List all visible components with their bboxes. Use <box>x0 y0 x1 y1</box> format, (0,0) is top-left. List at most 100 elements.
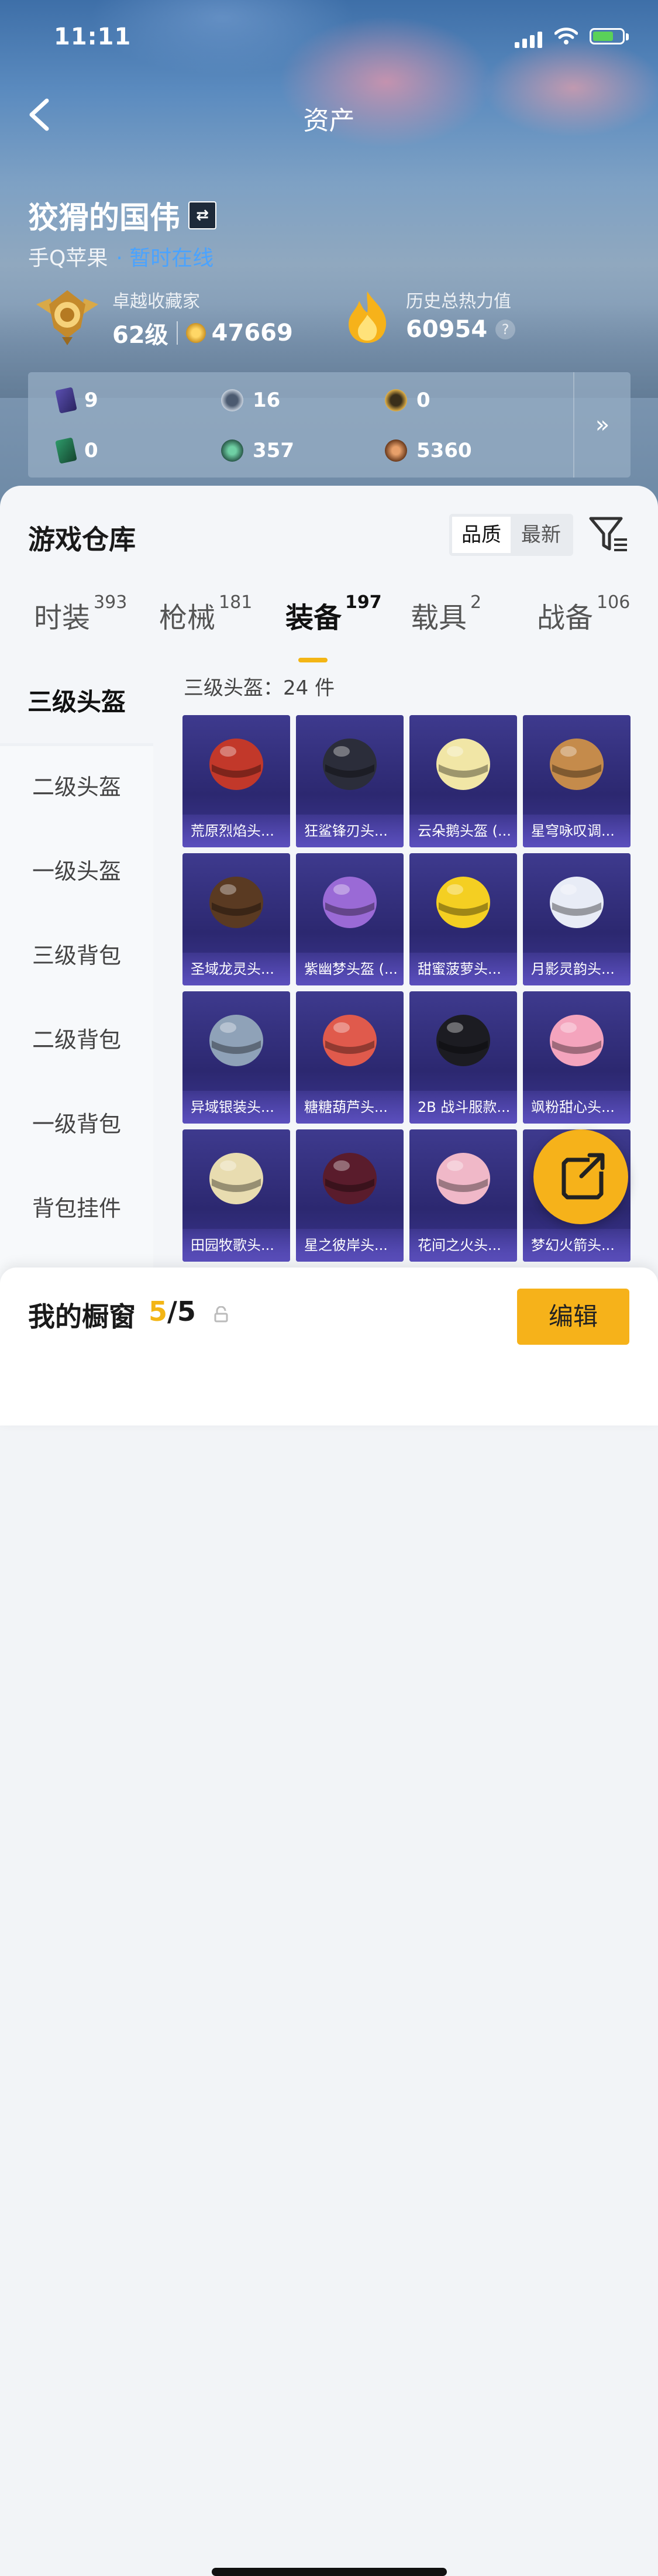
collector-points: 47669 <box>211 320 293 346</box>
item-card[interactable]: 云朵鹅头盔 (... <box>409 715 517 847</box>
active-tab-indicator <box>298 658 328 662</box>
showcase-total: /5 <box>167 1296 196 1327</box>
tab-fashion[interactable]: 时装 393 <box>34 592 128 636</box>
item-card[interactable]: 星之彼岸头... <box>296 1129 404 1262</box>
item-card[interactable]: 星穹咏叹调... <box>523 715 631 847</box>
helmet-icon <box>209 1015 263 1066</box>
stat-item: 5360 <box>385 439 472 462</box>
collector-points-icon <box>185 323 206 343</box>
showcase-title: 我的橱窗 <box>28 1301 136 1332</box>
sidebar-item-backpack-charm[interactable]: 背包挂件 <box>0 1167 153 1249</box>
showcase-count: 5/5 <box>149 1296 196 1327</box>
helmet-icon <box>323 1153 377 1204</box>
item-name: 糖糖葫芦头... <box>296 1091 404 1124</box>
item-name: 圣域龙灵头... <box>182 953 290 985</box>
item-name: 甜蜜菠萝头... <box>409 953 517 985</box>
collector-title: 卓越收藏家 <box>112 291 200 312</box>
stat-item: 9 <box>55 387 98 414</box>
item-name: 荒原烈焰头... <box>182 815 290 847</box>
item-card[interactable]: 异域银装头... <box>182 991 290 1124</box>
help-icon[interactable]: ? <box>495 320 516 339</box>
home-indicator <box>212 2568 447 2576</box>
item-card[interactable]: 甜蜜菠萝头... <box>409 853 517 985</box>
green-card-icon <box>55 437 77 464</box>
wifi-icon <box>554 28 578 44</box>
edit-button[interactable]: 编辑 <box>517 1289 629 1345</box>
item-card[interactable]: 田园牧歌头... <box>182 1129 290 1262</box>
item-card[interactable]: 花间之火头... <box>409 1129 517 1262</box>
sidebar-item-level1-helmet[interactable]: 一级头盔 <box>0 830 153 912</box>
item-name: 飒粉甜心头... <box>523 1091 631 1124</box>
item-name: 星之彼岸头... <box>296 1229 404 1262</box>
sort-latest-option[interactable]: 最新 <box>512 517 570 553</box>
stats-more-button[interactable]: » <box>573 372 631 478</box>
tab-supplies[interactable]: 战备 106 <box>537 592 631 636</box>
item-name: 紫幽梦头盔 (... <box>296 953 404 985</box>
stat-value: 16 <box>253 389 281 412</box>
tab-count: 2 <box>470 592 482 613</box>
share-icon <box>561 1153 605 1200</box>
lock-icon <box>214 1306 228 1323</box>
item-card[interactable]: 荒原烈焰头... <box>182 715 290 847</box>
platform-row: 手Q苹果 · 暂时在线 <box>28 241 213 272</box>
collector-medal-icon <box>36 290 98 345</box>
switch-account-icon[interactable]: ⇄ <box>188 201 217 229</box>
sort-quality-option[interactable]: 品质 <box>452 517 511 553</box>
helmet-icon <box>436 877 490 928</box>
battery-tip <box>626 33 629 40</box>
share-button[interactable] <box>533 1129 628 1224</box>
sidebar-item-level2-backpack[interactable]: 二级背包 <box>0 999 153 1081</box>
warehouse-title: 游戏仓库 <box>28 524 136 555</box>
item-card[interactable]: 狂鲨锋刃头... <box>296 715 404 847</box>
sidebar-item-level3-helmet[interactable]: 三级头盔 <box>0 661 153 743</box>
item-card[interactable]: 飒粉甜心头... <box>523 991 631 1124</box>
stat-item: 357 <box>221 439 294 462</box>
helmet-icon <box>550 1015 604 1066</box>
user-name-row: 狡猾的国伟 ⇄ <box>28 193 217 237</box>
helmet-icon <box>209 877 263 928</box>
stat-item: 0 <box>55 437 98 464</box>
item-name: 星穹咏叹调... <box>523 815 631 847</box>
cellular-signal-icon <box>515 32 545 48</box>
item-name: 狂鲨锋刃头... <box>296 815 404 847</box>
tab-label: 时装 <box>34 602 91 634</box>
tab-equipment[interactable]: 装备 197 <box>285 592 382 636</box>
item-card[interactable]: 圣域龙灵头... <box>182 853 290 985</box>
heat-values: 60954 ? <box>406 316 516 343</box>
helmet-icon <box>436 1153 490 1204</box>
item-name: 异域银装头... <box>182 1091 290 1124</box>
item-name: 梦幻火箭头... <box>523 1229 631 1262</box>
item-name: 田园牧歌头... <box>182 1229 290 1262</box>
battery-icon <box>590 28 625 44</box>
item-name: 云朵鹅头盔 (... <box>409 815 517 847</box>
helmet-icon <box>550 877 604 928</box>
sidebar-item-level1-backpack[interactable]: 一级背包 <box>0 1083 153 1165</box>
helmet-icon <box>436 739 490 790</box>
item-card[interactable]: 月影灵韵头... <box>523 853 631 985</box>
tab-vehicles[interactable]: 载具 2 <box>411 592 482 636</box>
tab-count: 106 <box>597 592 631 613</box>
gold-token-icon <box>385 389 407 411</box>
bronze-coin-icon <box>385 439 407 462</box>
tab-count: 393 <box>94 592 128 613</box>
flame-icon <box>349 291 387 343</box>
status-time: 11:11 <box>54 23 132 50</box>
page-title: 资产 <box>303 106 355 136</box>
heat-value: 60954 <box>406 316 488 343</box>
tab-weapons[interactable]: 枪械 181 <box>159 592 252 636</box>
item-card[interactable]: 紫幽梦头盔 (... <box>296 853 404 985</box>
item-card[interactable]: 糖糖葫芦头... <box>296 991 404 1124</box>
filter-icon[interactable] <box>588 515 629 554</box>
item-name: 2B 战斗服款... <box>409 1091 517 1124</box>
item-card[interactable]: 2B 战斗服款... <box>409 991 517 1124</box>
purple-card-icon <box>55 387 77 414</box>
sidebar-item-level2-helmet[interactable]: 二级头盔 <box>0 746 153 828</box>
showcase-current: 5 <box>149 1296 168 1327</box>
stat-value: 9 <box>84 389 98 412</box>
grid-header: 三级头盔：24 件 <box>184 676 335 700</box>
tab-label: 装备 <box>285 602 342 634</box>
collector-values: 62级 47669 <box>112 316 293 350</box>
nav-bar: 资产 <box>0 94 658 136</box>
sidebar-item-level3-backpack[interactable]: 三级背包 <box>0 915 153 997</box>
helmet-icon <box>209 1153 263 1204</box>
